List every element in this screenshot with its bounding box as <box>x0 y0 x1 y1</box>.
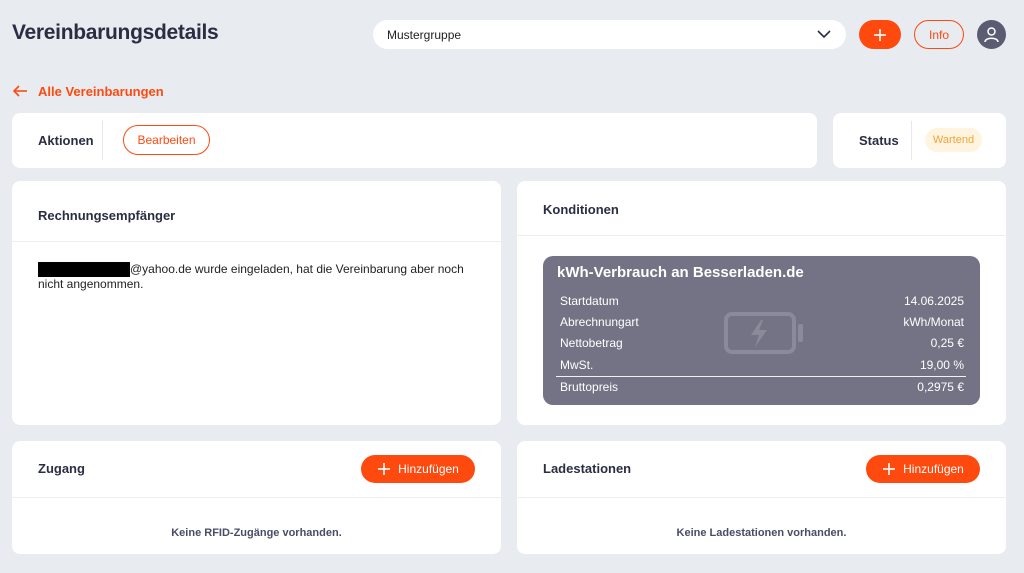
condition-label: MwSt. <box>560 358 594 372</box>
status-label: Status <box>859 133 899 148</box>
conditions-divider <box>556 376 966 377</box>
stations-card-title: Ladestationen <box>543 461 632 476</box>
empty-stations-note: Keine Ladestationen vorhanden. <box>676 527 847 539</box>
actions-label: Aktionen <box>38 133 94 148</box>
divider <box>12 241 501 242</box>
back-link[interactable]: Alle Vereinbarungen <box>13 82 164 100</box>
access-card-title: Zugang <box>38 461 85 476</box>
conditions-box-title: kWh-Verbrauch an Besserladen.de <box>557 264 804 281</box>
recipient-card: Rechnungsempfänger @yahoo.de wurde einge… <box>12 181 501 425</box>
condition-value: kWh/Monat <box>903 315 964 329</box>
add-access-label: Hinzufügen <box>398 462 459 476</box>
group-select[interactable]: Mustergruppe <box>373 20 846 49</box>
condition-value: 14.06.2025 <box>903 294 964 308</box>
page-header: Vereinbarungsdetails Mustergruppe Info <box>0 0 1024 70</box>
divider <box>12 497 501 498</box>
condition-row: Startdatum 14.06.2025 <box>560 294 964 314</box>
condition-value: 0,2975 € <box>917 380 964 394</box>
divider <box>911 121 912 160</box>
info-button[interactable]: Info <box>914 20 964 49</box>
add-station-button[interactable]: Hinzufügen <box>866 455 980 483</box>
condition-row-total: Bruttopreis 0,2975 € <box>560 380 964 400</box>
condition-row: Abrechnungart kWh/Monat <box>560 315 964 335</box>
condition-row: Nettobetrag 0,25 € <box>560 336 964 356</box>
status-card: Status Wartend <box>833 113 1006 168</box>
recipient-card-title: Rechnungsempfänger <box>38 208 176 223</box>
conditions-card-title: Konditionen <box>543 202 619 217</box>
access-card: Zugang Hinzufügen Keine RFID-Zugänge vor… <box>12 441 501 554</box>
add-access-button[interactable]: Hinzufügen <box>361 455 475 483</box>
condition-value: 19,00 % <box>919 358 964 372</box>
page-title: Vereinbarungsdetails <box>12 21 219 44</box>
edit-button[interactable]: Bearbeiten <box>123 125 210 155</box>
divider <box>517 235 1006 236</box>
empty-access-note: Keine RFID-Zugänge vorhanden. <box>171 527 342 539</box>
invite-message: @yahoo.de wurde eingeladen, hat die Vere… <box>38 262 478 292</box>
back-link-label: Alle Vereinbarungen <box>38 83 164 99</box>
divider <box>102 121 103 160</box>
redacted-email-block <box>38 262 130 277</box>
conditions-card: Konditionen kWh-Verbrauch an Besserladen… <box>517 181 1006 425</box>
actions-card: Aktionen Bearbeiten <box>12 113 817 168</box>
chevron-down-icon <box>817 30 831 39</box>
plus-icon <box>874 28 886 41</box>
divider <box>517 497 1006 498</box>
stations-card: Ladestationen Hinzufügen Keine Ladestati… <box>517 441 1006 554</box>
user-icon <box>984 27 999 43</box>
add-station-label: Hinzufügen <box>903 462 964 476</box>
condition-label: Nettobetrag <box>560 336 623 350</box>
conditions-summary: kWh-Verbrauch an Besserladen.de Startdat… <box>543 256 980 405</box>
condition-label: Abrechnungart <box>560 315 639 329</box>
arrow-left-icon <box>13 85 27 97</box>
add-button[interactable] <box>859 20 901 49</box>
condition-value: 0,25 € <box>930 336 964 350</box>
plus-icon <box>378 463 391 475</box>
condition-label: Bruttopreis <box>560 380 619 394</box>
plus-icon <box>883 463 896 475</box>
status-badge: Wartend <box>925 128 982 152</box>
group-select-value: Mustergruppe <box>387 28 462 42</box>
condition-label: Startdatum <box>560 294 619 308</box>
user-avatar[interactable] <box>977 20 1006 49</box>
condition-row: MwSt. 19,00 % <box>560 358 964 378</box>
